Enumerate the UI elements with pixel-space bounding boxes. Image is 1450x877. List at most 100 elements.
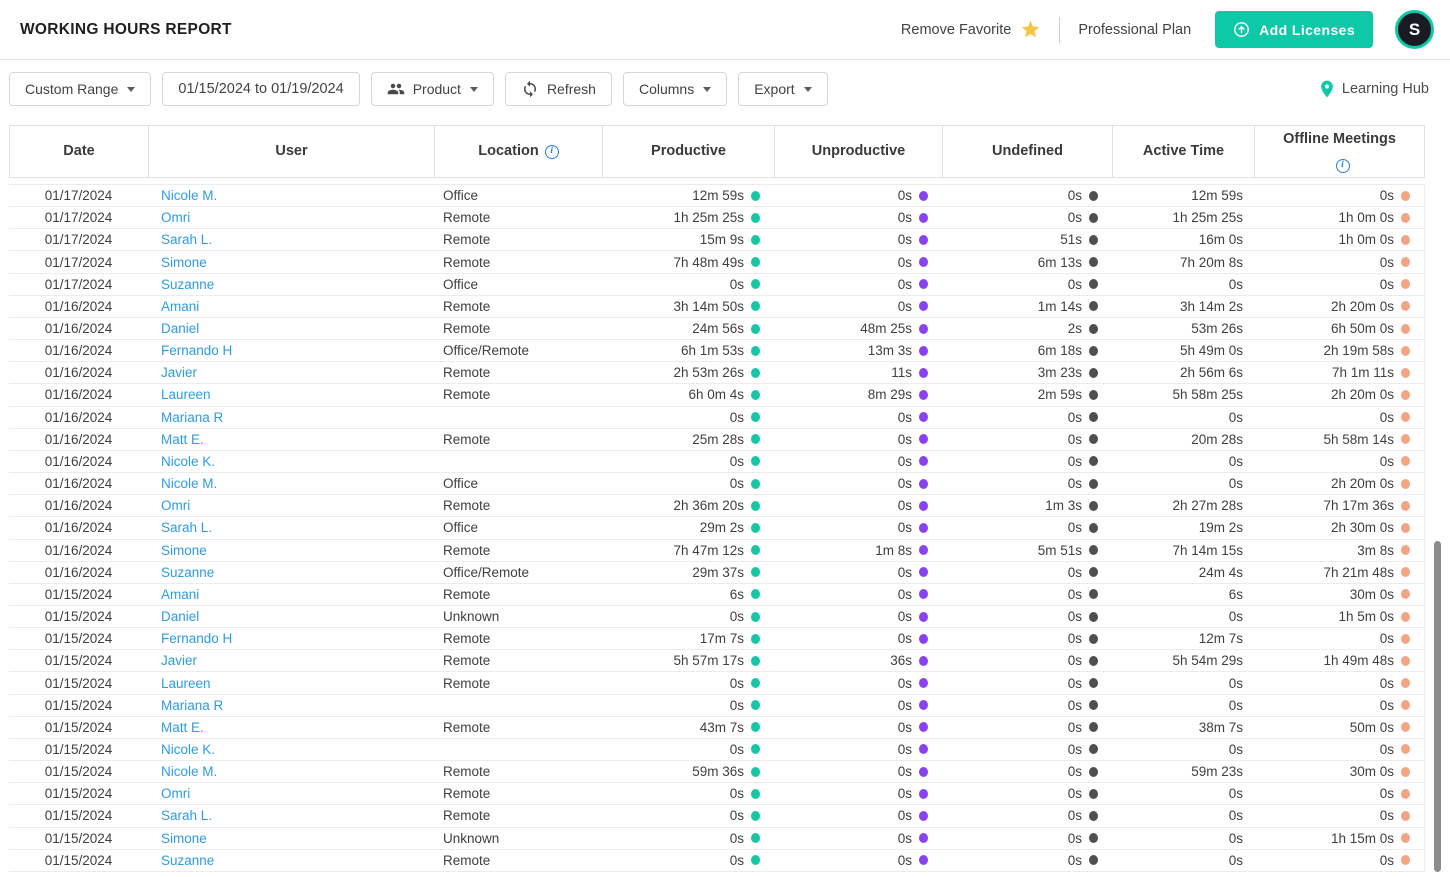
cell-undefined: 2m 59s <box>942 384 1112 405</box>
info-icon[interactable]: i <box>1336 159 1350 173</box>
cell-offline-meetings: 1h 15m 0s <box>1254 828 1424 849</box>
cell-productive: 0s <box>602 695 774 716</box>
user-link[interactable]: Sarah L. <box>161 232 212 247</box>
undefined-dot <box>1089 678 1098 688</box>
vertical-scrollbar[interactable] <box>1434 541 1441 872</box>
user-link[interactable]: Matt E. <box>161 720 204 735</box>
offline-meetings-dot <box>1401 634 1410 644</box>
user-link[interactable]: Laureen <box>161 676 211 691</box>
column-header-offline-meetings[interactable]: Offline Meetings i <box>1255 126 1424 177</box>
avatar[interactable]: S <box>1395 10 1434 49</box>
refresh-label: Refresh <box>547 81 596 97</box>
productive-dot <box>751 722 760 732</box>
table-row: 01/15/2024 Matt E. Remote 43m 7s 0s 0s 3… <box>9 717 1424 739</box>
undefined-dot <box>1089 324 1098 334</box>
cell-unproductive: 0s <box>774 451 942 472</box>
user-link[interactable]: Amani <box>161 587 199 602</box>
table-row: 01/16/2024 Nicole K. 0s 0s 0s 0s 0s <box>9 451 1424 473</box>
user-link[interactable]: Suzanne <box>161 565 214 580</box>
remove-favorite-button[interactable]: Remove Favorite <box>901 19 1041 40</box>
column-header-unproductive[interactable]: Unproductive <box>775 126 943 177</box>
cell-offline-meetings: 2h 19m 58s <box>1254 340 1424 361</box>
user-link[interactable]: Laureen <box>161 387 211 402</box>
top-bar: WORKING HOURS REPORT Remove Favorite Pro… <box>0 0 1450 60</box>
cell-productive: 0s <box>602 606 774 627</box>
offline-meetings-dot <box>1401 545 1410 555</box>
add-licenses-button[interactable]: Add Licenses <box>1215 11 1373 48</box>
undefined-dot <box>1089 700 1098 710</box>
info-icon[interactable]: i <box>545 145 559 159</box>
columns-dropdown[interactable]: Columns <box>623 72 727 106</box>
offline-meetings-dot <box>1401 855 1410 865</box>
star-icon[interactable] <box>1020 19 1041 40</box>
cell-offline-meetings: 0s <box>1254 783 1424 804</box>
export-dropdown[interactable]: Export <box>738 72 827 106</box>
unproductive-dot <box>919 456 928 466</box>
user-link[interactable]: Sarah L. <box>161 520 212 535</box>
column-header-productive[interactable]: Productive <box>603 126 775 177</box>
user-link[interactable]: Simone <box>161 255 207 270</box>
offline-meetings-dot <box>1401 412 1410 422</box>
productive-dot <box>751 744 760 754</box>
cell-unproductive: 0s <box>774 717 942 738</box>
cell-location: Unknown <box>434 828 602 849</box>
cell-location <box>434 739 602 760</box>
user-link[interactable]: Javier <box>161 653 197 668</box>
user-link[interactable]: Javier <box>161 365 197 380</box>
unproductive-dot <box>919 545 928 555</box>
offline-meetings-dot <box>1401 767 1410 777</box>
cell-undefined: 0s <box>942 739 1112 760</box>
user-link[interactable]: Sarah L. <box>161 808 212 823</box>
productive-dot <box>751 545 760 555</box>
cell-location: Office <box>434 185 602 206</box>
cell-unproductive: 0s <box>774 473 942 494</box>
cell-undefined: 0s <box>942 761 1112 782</box>
user-link[interactable]: Matt E. <box>161 432 204 447</box>
cell-undefined: 6m 18s <box>942 340 1112 361</box>
column-header-date[interactable]: Date <box>10 126 149 177</box>
column-header-location[interactable]: Location i <box>435 126 603 177</box>
cell-active-time: 5h 49m 0s <box>1112 340 1254 361</box>
user-link[interactable]: Omri <box>161 210 190 225</box>
refresh-button[interactable]: Refresh <box>505 72 612 106</box>
user-link[interactable]: Nicole M. <box>161 188 217 203</box>
user-link[interactable]: Nicole K. <box>161 742 215 757</box>
user-link[interactable]: Mariana R <box>161 698 223 713</box>
cell-location: Office <box>434 517 602 538</box>
cell-productive: 0s <box>602 828 774 849</box>
user-link[interactable]: Mariana R <box>161 410 223 425</box>
cell-date: 01/17/2024 <box>9 207 148 228</box>
user-link[interactable]: Fernando H <box>161 631 232 646</box>
user-link[interactable]: Nicole K. <box>161 454 215 469</box>
cell-user: Simone <box>148 251 434 272</box>
cell-active-time: 0s <box>1112 805 1254 826</box>
learning-hub-link[interactable]: Learning Hub <box>1317 79 1441 99</box>
user-link[interactable]: Simone <box>161 831 207 846</box>
table-row: 01/17/2024 Sarah L. Remote 15m 9s 0s 51s… <box>9 229 1424 251</box>
user-link[interactable]: Amani <box>161 299 199 314</box>
cell-undefined: 0s <box>942 517 1112 538</box>
user-link[interactable]: Simone <box>161 543 207 558</box>
user-link[interactable]: Daniel <box>161 609 199 624</box>
cell-active-time: 2h 56m 6s <box>1112 362 1254 383</box>
cell-active-time: 59m 23s <box>1112 761 1254 782</box>
user-link[interactable]: Suzanne <box>161 853 214 868</box>
cell-date: 01/15/2024 <box>9 606 148 627</box>
productive-dot <box>751 567 760 577</box>
column-header-user[interactable]: User <box>149 126 435 177</box>
column-header-undefined[interactable]: Undefined <box>943 126 1113 177</box>
user-link[interactable]: Omri <box>161 786 190 801</box>
user-link[interactable]: Daniel <box>161 321 199 336</box>
date-range-input[interactable]: 01/15/2024 to 01/19/2024 <box>162 72 359 106</box>
user-link[interactable]: Suzanne <box>161 277 214 292</box>
user-link[interactable]: Nicole M. <box>161 476 217 491</box>
offline-meetings-dot <box>1401 235 1410 245</box>
column-header-active-time[interactable]: Active Time <box>1113 126 1255 177</box>
offline-meetings-dot <box>1401 833 1410 843</box>
user-link[interactable]: Nicole M. <box>161 764 217 779</box>
productive-dot <box>751 346 760 356</box>
product-dropdown[interactable]: Product <box>371 72 494 106</box>
user-link[interactable]: Omri <box>161 498 190 513</box>
user-link[interactable]: Fernando H <box>161 343 232 358</box>
date-range-preset-dropdown[interactable]: Custom Range <box>9 72 151 106</box>
